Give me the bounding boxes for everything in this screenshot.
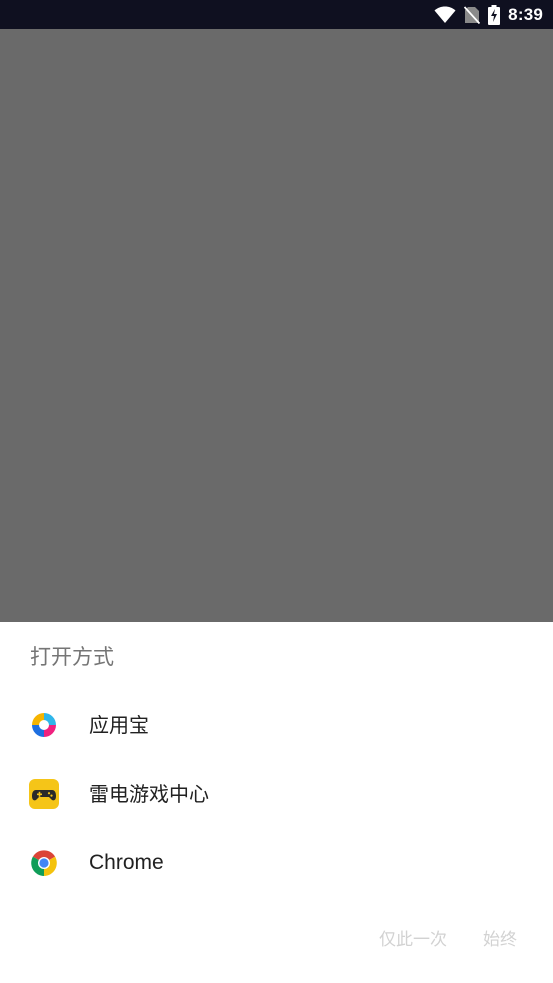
app-label-game-center: 雷电游戏中心	[89, 781, 209, 806]
sheet-title: 打开方式	[30, 645, 114, 669]
app-item-yingyongbao[interactable]: 应用宝	[0, 690, 553, 759]
app-item-game-center[interactable]: 雷电游戏中心	[0, 759, 553, 828]
always-button[interactable]: 始终	[483, 926, 517, 954]
status-icons: 8:39	[434, 0, 543, 29]
status-bar: 8:39	[0, 0, 553, 29]
scrim-overlay[interactable]	[0, 29, 553, 622]
status-time: 8:39	[508, 4, 543, 24]
battery-charging-icon	[488, 4, 501, 25]
wifi-icon	[434, 6, 456, 24]
chrome-icon	[29, 848, 59, 878]
app-item-chrome[interactable]: Chrome	[0, 828, 553, 897]
just-once-button[interactable]: 仅此一次	[379, 926, 447, 954]
app-label-chrome: Chrome	[89, 850, 164, 874]
yingyongbao-icon	[29, 710, 59, 740]
gamepad-icon	[29, 778, 59, 809]
sheet-actions: 仅此一次 始终	[379, 926, 517, 954]
open-with-sheet: 打开方式 应用宝 雷电游戏中心 Chrome 仅此一次 始终	[0, 622, 553, 983]
app-label-yingyongbao: 应用宝	[89, 712, 149, 737]
no-sim-icon	[464, 5, 481, 24]
